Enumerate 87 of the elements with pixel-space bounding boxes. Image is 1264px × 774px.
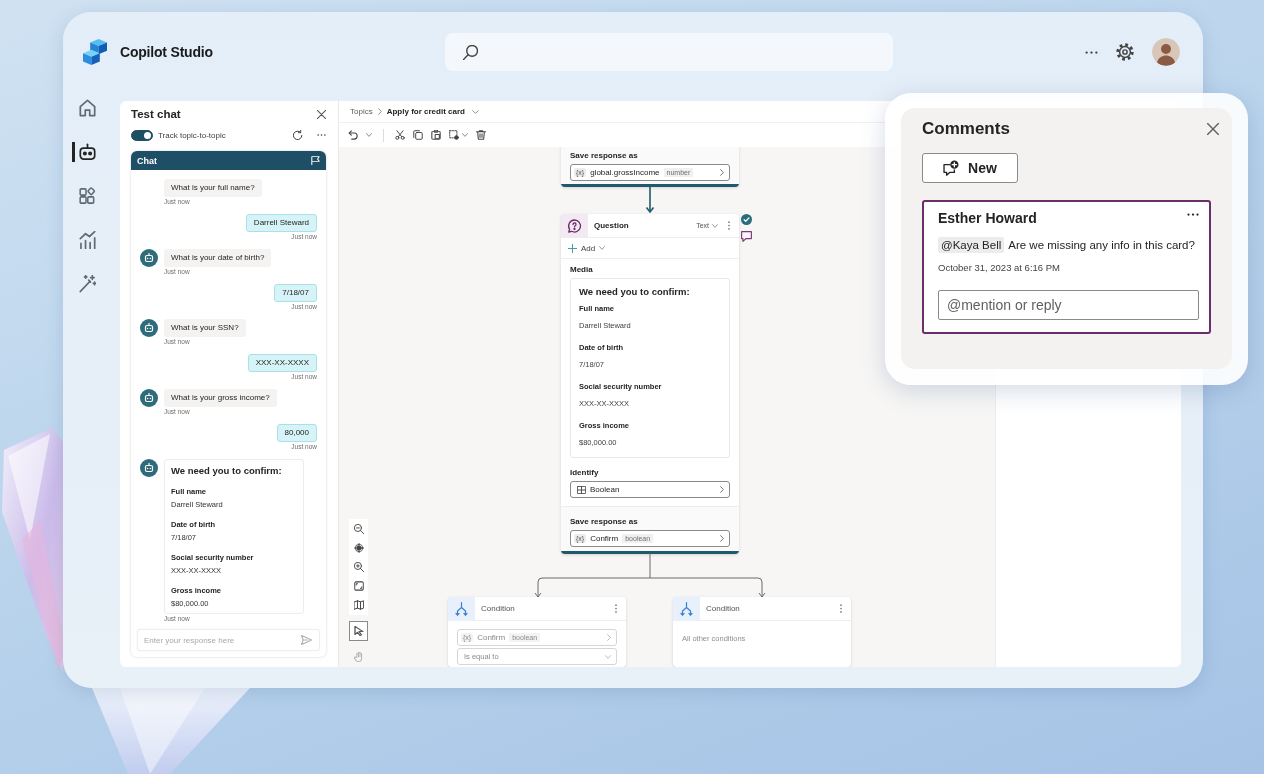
- bot-message: What is your full name?: [164, 179, 262, 197]
- mention-tag[interactable]: @Kaya Bell: [938, 237, 1005, 253]
- chevron-right-icon: [720, 535, 724, 542]
- panel-title: Comments: [922, 119, 1010, 139]
- breadcrumb-item[interactable]: Apply for credit card: [386, 107, 465, 116]
- chat-title: Chat: [137, 155, 157, 166]
- logo-icon: [83, 39, 107, 65]
- variable-name: global.grossIncome: [590, 168, 660, 177]
- clipboard-icon[interactable]: [431, 130, 441, 140]
- avatar-icon[interactable]: [1152, 38, 1180, 66]
- branch-icon: [673, 596, 700, 621]
- chevron-down-icon[interactable]: [471, 109, 479, 114]
- chevron-down-icon: [599, 246, 606, 250]
- search-field[interactable]: [445, 33, 893, 71]
- entity-field[interactable]: Boolean: [570, 481, 730, 498]
- bot-message: What is your gross income?: [164, 389, 277, 407]
- reply-field[interactable]: @mention or reply: [938, 290, 1199, 320]
- comment-author: Esther Howard: [938, 210, 1037, 226]
- more-icon[interactable]: [1085, 50, 1098, 54]
- card-title: We need you to confirm:: [579, 286, 691, 297]
- section-label: Save response as: [570, 151, 639, 161]
- node-title: Condition: [481, 604, 516, 613]
- fit-to-screen-icon[interactable]: [353, 581, 364, 591]
- hand-icon: [353, 652, 364, 662]
- settings-icon[interactable]: [1116, 43, 1134, 61]
- user-message: 80,000: [276, 424, 317, 442]
- chevron-down-icon[interactable]: [366, 133, 372, 137]
- add-button[interactable]: Add: [566, 243, 608, 253]
- chevron-down-icon: [712, 223, 718, 228]
- section-label: Identify: [570, 468, 600, 478]
- chevron-right-icon: [720, 169, 724, 176]
- scissors-icon[interactable]: [395, 130, 405, 140]
- flag-icon[interactable]: [311, 156, 320, 165]
- wand-icon: [79, 275, 96, 293]
- pointer-tool[interactable]: [349, 621, 368, 641]
- refresh-icon[interactable]: [293, 130, 303, 140]
- node-title: Condition: [706, 604, 741, 613]
- user-message: 7/18/07: [274, 284, 317, 302]
- user-message: Darrell Steward: [245, 214, 317, 232]
- app-name: Copilot Studio: [120, 44, 213, 60]
- nav-button[interactable]: [72, 142, 96, 162]
- chevron-right-icon: [720, 486, 724, 493]
- new-comment-button[interactable]: New: [922, 153, 1018, 183]
- selection-icon[interactable]: [449, 130, 459, 140]
- section-label: Media: [570, 265, 594, 275]
- node-title: Question: [594, 221, 630, 230]
- pointer-icon: [353, 626, 364, 636]
- variable-name: Confirm: [590, 534, 619, 543]
- entity-name: Boolean: [590, 485, 620, 494]
- more-icon[interactable]: [1187, 212, 1199, 216]
- comment-text: Are we missing any info in this card?: [1008, 239, 1195, 251]
- bot-icon: [79, 143, 96, 161]
- chart-icon: [79, 231, 96, 249]
- zoom-out-icon[interactable]: [353, 524, 364, 534]
- variable-name: Confirm: [477, 633, 506, 642]
- close-icon[interactable]: [1207, 123, 1219, 135]
- branch-icon: [448, 596, 475, 621]
- comment-icon[interactable]: [741, 231, 752, 242]
- map-icon[interactable]: [353, 600, 364, 610]
- card-title: We need you to confirm:: [171, 465, 283, 476]
- chevron-right-icon: [377, 108, 382, 115]
- user-message: XXX-XX-XXXX: [247, 354, 317, 372]
- undo-icon[interactable]: [348, 130, 358, 140]
- close-icon[interactable]: [317, 109, 326, 119]
- recenter-icon[interactable]: [353, 543, 364, 553]
- home-icon: [79, 99, 96, 117]
- trash-icon[interactable]: [476, 130, 486, 140]
- panel-title: Test chat: [131, 108, 181, 120]
- chevron-right-icon: [607, 634, 611, 641]
- comment-add-icon: [943, 160, 960, 176]
- plus-icon: [568, 243, 577, 253]
- zoom-in-icon[interactable]: [353, 562, 364, 572]
- chevron-down-icon[interactable]: [462, 133, 468, 137]
- copy-icon[interactable]: [413, 130, 423, 140]
- chevron-down-icon: [605, 654, 611, 659]
- breadcrumb-item[interactable]: Topics: [350, 107, 373, 116]
- toggle-switch[interactable]: [131, 129, 153, 141]
- apps-icon: [79, 187, 96, 205]
- search-icon: [463, 44, 478, 60]
- section-label: Save response as: [570, 517, 639, 527]
- chat-input[interactable]: Enter your response here: [137, 629, 320, 651]
- toggle-label: Track topic-to-topic: [158, 130, 227, 140]
- table-icon: [577, 485, 586, 494]
- bot-message: What is your date of birth?: [164, 249, 272, 267]
- comment-time: October 31, 2023 at 6:16 PM: [938, 261, 1061, 274]
- bot-message: What is your SSN?: [164, 319, 246, 337]
- comment-card[interactable]: Esther Howard @Kaya Bell Are we missing any info in this card? October 31, 2023 at 6:16 PM @mention or reply: [922, 200, 1211, 334]
